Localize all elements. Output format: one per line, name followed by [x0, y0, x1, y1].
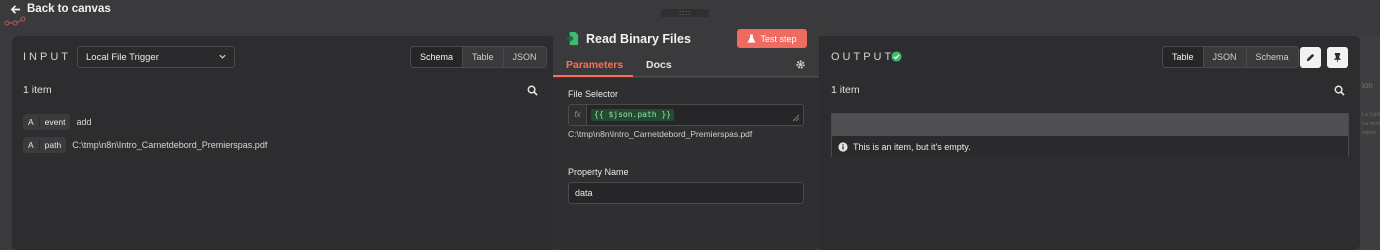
success-check-icon — [891, 51, 902, 62]
field-key: event — [44, 117, 66, 127]
back-label: Back to canvas — [27, 3, 111, 15]
output-item-count: 1 item — [831, 84, 860, 96]
input-tab-table[interactable]: Table — [463, 47, 504, 67]
file-selector-expression-input[interactable]: fx {{ $json.path }} — [568, 104, 804, 126]
output-tab-table[interactable]: Table — [1163, 47, 1204, 67]
edge-text: Le l'utile La mod répon — [1362, 112, 1380, 136]
table-row: This is an item, but it's empty. — [832, 136, 1348, 157]
test-step-button[interactable]: Test step — [737, 29, 807, 48]
output-table: This is an item, but it's empty. — [831, 113, 1349, 157]
file-selector-resolved-value: C:\tmp\n8n\Intro_Carnetdebord_Premierspa… — [568, 129, 753, 139]
input-tab-schema[interactable]: Schema — [411, 47, 464, 67]
schema-row: A path C:\tmp\n8n\Intro_Carnetdebord_Pre… — [23, 137, 267, 153]
pin-output-button[interactable] — [1327, 47, 1348, 68]
expression-value: {{ $json.path }} — [591, 109, 675, 121]
fx-icon: fx — [569, 105, 587, 125]
output-tab-json[interactable]: JSON — [1204, 47, 1247, 67]
schema-key-tag[interactable]: A path — [23, 137, 67, 153]
edge-text: ion — [1362, 81, 1373, 90]
property-name-label: Property Name — [568, 167, 629, 177]
field-key: path — [44, 140, 62, 150]
pencil-icon — [1306, 53, 1315, 62]
chevron-down-icon — [219, 54, 226, 59]
search-icon[interactable] — [527, 85, 538, 96]
info-icon — [838, 141, 848, 152]
node-title[interactable]: Read Binary Files — [586, 32, 691, 46]
background-canvas-edge: ion Le l'utile La mod répon — [1360, 36, 1380, 250]
back-to-canvas-button[interactable]: Back to canvas — [10, 3, 111, 15]
output-tab-schema[interactable]: Schema — [1247, 47, 1298, 67]
input-node-select-value: Local File Trigger — [86, 52, 159, 63]
test-step-label: Test step — [760, 33, 797, 44]
n8n-logo-icon — [4, 16, 26, 26]
empty-item-message: This is an item, but it's empty. — [853, 141, 971, 152]
schema-row: A event add — [23, 114, 92, 130]
type-string-icon: A — [23, 140, 40, 150]
input-panel: INPUT Local File Trigger Schema Table JS… — [12, 36, 556, 250]
expand-icon[interactable] — [792, 114, 800, 122]
property-name-input[interactable]: data — [568, 182, 804, 204]
flask-icon — [748, 34, 756, 43]
active-tab-indicator — [553, 75, 633, 77]
tab-docs[interactable]: Docs — [646, 59, 672, 71]
arrow-left-icon — [10, 4, 21, 14]
output-title: OUTPUT — [831, 51, 895, 63]
tab-parameters[interactable]: Parameters — [566, 59, 623, 71]
input-view-switch: Schema Table JSON — [410, 46, 547, 68]
gear-icon[interactable] — [795, 59, 806, 70]
output-table-header — [832, 114, 1348, 136]
search-icon[interactable] — [1334, 85, 1345, 96]
node-tabs: Parameters Docs — [553, 53, 819, 77]
edit-output-button[interactable] — [1300, 47, 1321, 68]
output-panel: OUTPUT Table JSON Schema 1 item This is … — [817, 36, 1360, 250]
input-item-count: 1 item — [23, 84, 52, 96]
file-selector-label: File Selector — [568, 89, 619, 99]
node-settings-panel: Read Binary Files Test step Parameters D… — [553, 17, 819, 250]
schema-key-tag[interactable]: A event — [23, 114, 71, 130]
parameters-form: File Selector fx {{ $json.path }} C:\tmp… — [553, 78, 819, 250]
field-value: C:\tmp\n8n\Intro_Carnetdebord_Premierspa… — [72, 140, 268, 150]
input-node-select[interactable]: Local File Trigger — [77, 46, 235, 68]
pin-icon — [1333, 53, 1342, 63]
input-title: INPUT — [23, 51, 71, 63]
type-string-icon: A — [23, 117, 40, 127]
output-view-switch: Table JSON Schema — [1162, 46, 1299, 68]
file-import-icon — [565, 31, 579, 46]
input-tab-json[interactable]: JSON — [504, 47, 546, 67]
field-value: add — [76, 117, 92, 127]
